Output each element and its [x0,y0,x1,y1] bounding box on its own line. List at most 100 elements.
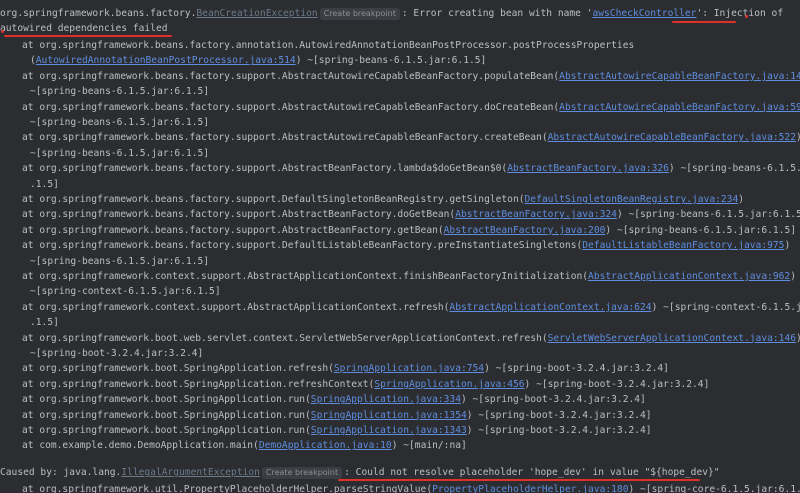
frame-source-link[interactable]: AbstractAutowireCapableBeanFactory.java:… [559,102,800,113]
frame-source-link[interactable]: AbstractBeanFactory.java:324 [455,209,617,220]
frame-source-link[interactable]: AbstractApplicationContext.java:962 [588,271,790,282]
frame-text: at org.springframework.context.support.A… [22,301,450,313]
stack-frame: at org.springframework.beans.factory.sup… [22,192,800,207]
exception-header-line: org.springframework.beans.factory.BeanCr… [0,6,800,21]
frame-text: at com.example.demo.DemoApplication.main… [22,440,259,452]
frame-source-link[interactable]: SpringApplication.java:1354 [311,410,467,421]
create-breakpoint-button[interactable]: Create breakpoint [319,8,400,20]
frame-source-link[interactable]: DefaultSingletonBeanRegistry.java:234 [525,194,739,205]
stack-frame: at org.springframework.beans.factory.sup… [22,238,800,253]
frame-text: at org.springframework.beans.factory.sup… [22,70,560,82]
stack-frame: at org.springframework.util.PropertyPlac… [22,482,800,493]
frame-source-link[interactable]: SpringApplication.java:754 [334,363,484,374]
frame-suffix: ) ~[main/:na] [391,440,467,452]
caused-by-prefix: Caused by: java.lang. [0,467,122,478]
stack-frame: at org.springframework.beans.factory.sup… [22,223,800,238]
stack-frame: at org.springframework.boot.SpringApplic… [22,361,800,376]
stack-frame: at org.springframework.boot.SpringApplic… [22,392,800,407]
frame-text: at org.springframework.util.PropertyPlac… [22,484,433,493]
frame-suffix: ~[spring-context-6.1.5.jar:6.1.5] [30,286,221,298]
exception-message-cont: ': [696,8,714,19]
frame-source-link[interactable]: SpringApplication.java:456 [374,379,524,390]
stack-frame-continuation: ~[spring-boot-3.2.4.jar:3.2.4] [30,346,800,361]
stack-frame-continuation: .1.5] [30,315,800,330]
exception-prefix: org.springframework.beans.factory. [0,8,197,19]
stack-frame: at org.springframework.context.support.A… [22,300,800,315]
frame-source-link[interactable]: AbstractBeanFactory.java:200 [444,225,606,236]
frame-suffix: ) ~[spring-beans-6.1.5.jar:6 [668,163,800,175]
frame-text: at org.springframework.beans.factory.sup… [22,209,456,221]
stack-frame: at org.springframework.beans.factory.ann… [22,38,800,53]
frame-suffix: ) ~[spring-boot-3.2.4.jar:3.2.4] [466,409,652,421]
frame-source-link[interactable]: SpringApplication.java:334 [311,394,461,405]
highlighted-message-2: autowired dependencies failed [0,23,168,34]
stack-frame-continuation: ~[spring-beans-6.1.5.jar:6.1.5] [30,146,800,161]
frame-suffix: ) [790,271,796,282]
frame-text: at org.springframework.beans.factory.sup… [22,194,525,205]
frame-text: at org.springframework.beans.factory.sup… [22,163,508,175]
stack-frame: at org.springframework.boot.web.servlet.… [22,331,800,346]
stack-frame: at org.springframework.beans.factory.sup… [22,207,800,222]
stack-frame: at org.springframework.boot.SpringApplic… [22,408,800,423]
stack-frame: at org.springframework.beans.factory.sup… [22,100,800,115]
frame-source-link[interactable]: PropertyPlaceholderHelper.java:180 [432,484,628,493]
frame-text: at org.springframework.boot.SpringApplic… [22,409,311,421]
frame-suffix: ) ~[spring-boot-3.2.4.jar:3.2.4] [466,425,652,436]
frame-suffix: ) [784,240,791,252]
caused-by-message: Could not resolve placeholder 'hope_dev'… [355,467,720,478]
frame-text: at org.springframework.boot.SpringApplic… [22,425,311,436]
frame-source-link[interactable]: DefaultListableBeanFactory.java:975 [582,240,784,251]
frame-source-link[interactable]: AbstractBeanFactory.java:326 [507,163,669,174]
frame-text: at org.springframework.boot.web.servlet.… [22,332,548,344]
frame-suffix: ) ~[spring-context-6.1.5.jar:6 [651,301,800,313]
stack-frame: at org.springframework.context.support.A… [22,269,800,284]
frame-text: at org.springframework.beans.factory.ann… [22,40,635,51]
frame-suffix: ~[spring-beans-6.1.5.jar:6.1.5] [30,147,210,159]
frame-suffix: ) [796,333,800,344]
frame-text: at org.springframework.boot.SpringApplic… [22,394,311,406]
create-breakpoint-button[interactable]: Create breakpoint [261,467,343,479]
frame-suffix: .1.5] [30,317,59,329]
frame-suffix: ~[spring-beans-6.1.5.jar:6.1.5] [30,86,210,98]
stack-frame: at org.springframework.beans.factory.sup… [22,69,800,84]
highlight-marker [1,30,4,33]
frame-suffix: .1.5] [30,178,59,190]
exception-header-line-2: autowired dependencies failed [0,21,800,36]
caused-by-separator: : [344,467,350,478]
bean-name-link[interactable]: awsCheckController [592,8,696,19]
frame-suffix: ) ~[spring-beans-6.1.5.jar:6.1.5] [616,209,800,221]
frame-text: at org.springframework.beans.factory.sup… [22,132,548,144]
frame-source-link[interactable]: AbstractAutowireCapableBeanFactory.java:… [548,132,796,143]
exception-class-link[interactable]: BeanCreationException [196,8,317,19]
highlight-underline [4,35,172,37]
frame-suffix: ) [796,132,800,143]
frame-suffix: ~[spring-beans-6.1.5.jar:6.1.5] [30,255,210,267]
frame-text: at org.springframework.beans.factory.sup… [22,101,560,113]
stack-frame-continuation: ~[spring-beans-6.1.5.jar:6.1.5] [30,254,800,269]
frame-source-link[interactable]: ServletWebServerApplicationContext.java:… [548,333,796,344]
frame-suffix: ) ~[spring-beans-6.1.5.jar:6.1.5] [605,224,796,236]
stack-frame: at org.springframework.beans.factory.sup… [22,130,800,145]
stack-frame: at com.example.demo.DemoApplication.main… [22,438,800,453]
stack-frame: at org.springframework.boot.SpringApplic… [22,377,800,392]
frame-source-link[interactable]: AbstractAutowireCapableBeanFactory.java:… [559,71,800,82]
highlighted-message-1: Injection of [713,8,784,19]
frame-source-link[interactable]: SpringApplication.java:1343 [311,425,467,436]
frame-suffix: ) [738,194,745,205]
frame-suffix: ~[spring-boot-3.2.4.jar:3.2.4] [30,348,204,359]
caused-by-exception-link[interactable]: IllegalArgumentException [121,467,260,478]
stack-frame-continuation: ~[spring-beans-6.1.5.jar:6.1.5] [30,115,800,130]
highlight-marker [745,15,748,18]
stack-frame-continuation: ~[spring-beans-6.1.5.jar:6.1.5] [30,84,800,99]
frame-suffix: ~[spring-beans-6.1.5.jar:6.1.5] [30,117,210,128]
caused-by-line: Caused by: java.lang.IllegalArgumentExce… [0,465,800,480]
frame-source-link[interactable]: AutowiredAnnotationBeanPostProcessor.jav… [36,55,296,66]
frame-suffix: ) ~[spring-boot-3.2.4.jar:3.2.4] [484,363,669,375]
stack-frame-continuation: ~[spring-context-6.1.5.jar:6.1.5] [30,284,800,299]
frame-text: at org.springframework.boot.SpringApplic… [22,378,375,390]
frame-source-link[interactable]: AbstractApplicationContext.java:624 [449,302,651,313]
frame-suffix: ) ~[spring-boot-3.2.4.jar:3.2.4] [524,378,710,390]
exception-message: : Error creating bean with name ' [401,8,593,19]
frame-source-link[interactable]: DemoApplication.java:10 [259,440,392,451]
frame-suffix: ~[spring-beans-6.1.5.jar:6.1.5] [301,55,487,67]
